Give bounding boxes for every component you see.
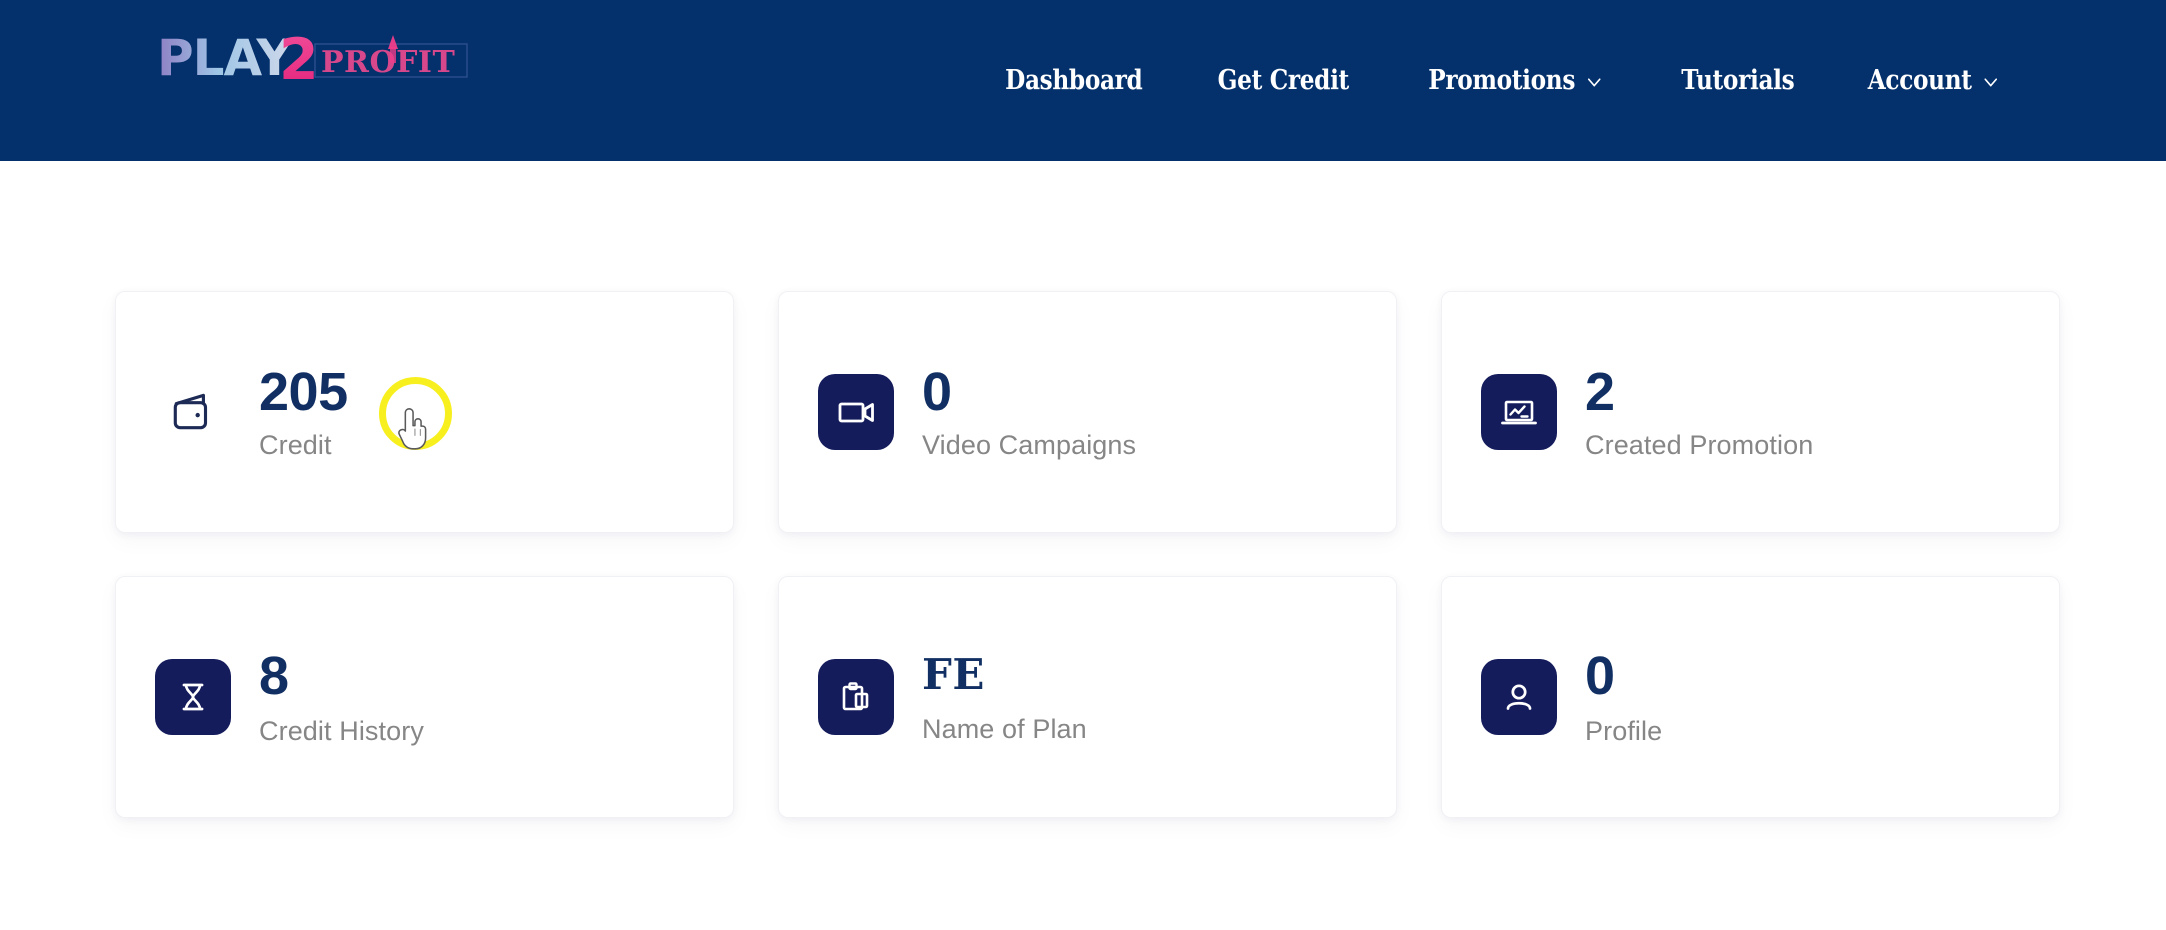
stat-card-created-promotion-label: Created Promotion	[1585, 429, 1814, 460]
nav-promotions[interactable]: Promotions	[1405, 67, 1627, 94]
chart-presentation-icon	[1481, 374, 1557, 450]
site-header: PLAY 2 PROFIT Dashboard Get Credit Promo…	[0, 0, 2166, 161]
stat-card-credit-history[interactable]: 8 Credit History	[115, 576, 734, 818]
stat-card-name-of-plan-label: Name of Plan	[922, 713, 1087, 744]
stat-card-profile-icon-slot	[1481, 659, 1557, 735]
nav-tutorials[interactable]: Tutorials	[1658, 67, 1818, 94]
main-navigation[interactable]: Dashboard Get Credit Promotions Tutorial…	[967, 0, 2038, 161]
stat-card-created-promotion-value: 2	[1585, 361, 1615, 422]
stat-card-credit[interactable]: 205 Credit	[115, 291, 734, 533]
user-icon	[1481, 659, 1557, 735]
stat-card-credit-value: 205	[259, 361, 348, 422]
chevron-down-icon	[1981, 71, 2000, 93]
nav-dashboard[interactable]: Dashboard	[982, 67, 1166, 94]
stat-card-video-campaigns[interactable]: 0 Video Campaigns	[778, 291, 1397, 533]
stat-card-name-of-plan-value: FE	[922, 650, 985, 700]
stat-card-name-of-plan-text: FE Name of Plan	[922, 649, 1087, 744]
hourglass-icon	[155, 659, 231, 735]
stat-card-video-campaigns-icon-slot	[818, 374, 894, 450]
video-camera-icon	[818, 374, 894, 450]
clipboard-icon	[818, 659, 894, 735]
stat-card-credit-history-text: 8 Credit History	[259, 645, 424, 747]
play2profit-logo[interactable]: PLAY 2 PROFIT	[157, 27, 469, 93]
stats-card-grid: 205 Credit 0 Video Campaigns 2 Created P…	[115, 291, 2060, 818]
stat-card-created-promotion-text: 2 Created Promotion	[1585, 361, 1814, 461]
stat-card-profile-value: 0	[1585, 645, 1615, 706]
stat-card-profile-text: 0 Profile	[1585, 645, 1663, 747]
stat-card-video-campaigns-text: 0 Video Campaigns	[922, 361, 1137, 461]
stat-card-name-of-plan[interactable]: FE Name of Plan	[778, 576, 1397, 818]
chevron-down-icon	[1584, 71, 1603, 93]
stat-card-profile[interactable]: 0 Profile	[1441, 576, 2060, 818]
svg-text:2: 2	[279, 27, 319, 89]
stat-card-video-campaigns-value: 0	[922, 361, 952, 422]
stat-card-created-promotion[interactable]: 2 Created Promotion	[1441, 291, 2060, 533]
nav-get-credit-label: Get Credit	[1218, 65, 1350, 96]
svg-text:PROFIT: PROFIT	[321, 45, 455, 80]
svg-text:PLAY: PLAY	[157, 29, 293, 87]
stat-card-name-of-plan-icon-slot	[818, 659, 894, 735]
nav-account-label: Account	[1867, 65, 1972, 96]
nav-promotions-label: Promotions	[1428, 65, 1576, 96]
stat-card-credit-history-label: Credit History	[259, 715, 424, 746]
nav-get-credit[interactable]: Get Credit	[1195, 67, 1373, 94]
nav-dashboard-label: Dashboard	[1004, 65, 1143, 96]
nav-tutorials-label: Tutorials	[1680, 65, 1795, 96]
stat-card-credit-label: Credit	[259, 429, 332, 460]
stat-card-credit-history-icon-slot	[155, 659, 231, 735]
nav-account[interactable]: Account	[1845, 67, 2024, 94]
stat-card-credit-icon-slot	[155, 374, 231, 450]
stat-card-credit-history-value: 8	[259, 645, 289, 706]
stat-card-video-campaigns-label: Video Campaigns	[922, 429, 1137, 460]
wallet-icon	[155, 374, 231, 450]
stat-card-created-promotion-icon-slot	[1481, 374, 1557, 450]
stat-card-credit-text: 205 Credit	[259, 361, 348, 461]
stat-card-profile-label: Profile	[1585, 715, 1663, 746]
